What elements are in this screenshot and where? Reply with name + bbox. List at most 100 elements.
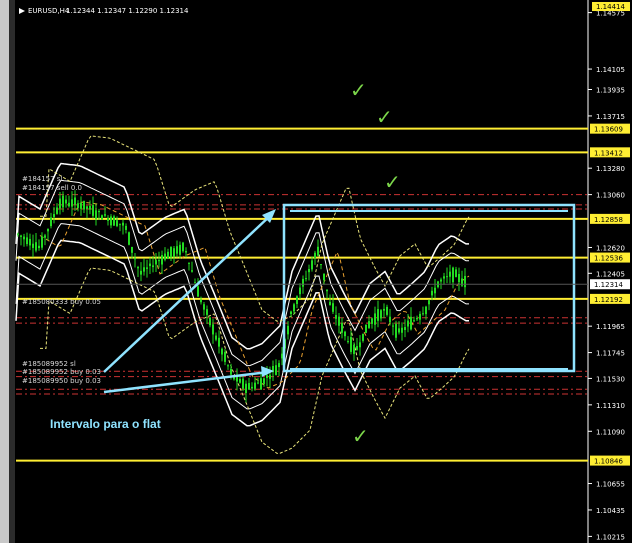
candle-body — [212, 324, 214, 335]
candle-body — [107, 217, 109, 221]
axis-tick-label: 1.12405 — [596, 270, 625, 278]
candle-body — [443, 276, 445, 279]
header-arrow-icon — [19, 8, 25, 14]
check-icon: ✓ — [376, 105, 393, 129]
candle-body — [134, 258, 136, 260]
candle-body — [332, 303, 334, 312]
candle-body — [50, 217, 52, 227]
trade-lines — [16, 194, 588, 395]
level-label: 1.13412 — [594, 149, 623, 157]
axis-tick-label: 1.13280 — [596, 165, 625, 173]
candle-body — [326, 289, 328, 292]
candle-body — [41, 236, 43, 248]
annotation-label: Intervalo para o flat — [50, 417, 161, 431]
candle-body — [224, 352, 226, 362]
candle-body — [98, 211, 100, 213]
candle-body — [113, 216, 115, 226]
candle-body — [59, 198, 61, 209]
candle-body — [68, 202, 70, 207]
candle-body — [188, 262, 190, 264]
bollinger-lower — [15, 239, 469, 427]
candle-body — [185, 251, 187, 253]
candle-body — [242, 378, 244, 389]
candle-body — [209, 317, 211, 326]
candle-body — [227, 365, 229, 367]
candle-body — [362, 333, 364, 341]
candle-body — [299, 287, 301, 295]
candle-body — [104, 214, 106, 216]
axis-tick-label: 1.11090 — [596, 428, 625, 436]
candle-body — [173, 248, 175, 257]
level-label: 1.12192 — [594, 296, 623, 304]
candle-body — [263, 378, 265, 384]
candle-body — [221, 348, 223, 355]
candle-body — [260, 378, 262, 390]
candle-body — [311, 260, 313, 270]
candle-body — [302, 278, 304, 287]
chart-window[interactable]: EURUSD,H4 1.12344 1.12347 1.12290 1.1231… — [0, 0, 632, 543]
candle-body — [245, 383, 247, 394]
candle-body — [305, 278, 307, 280]
envelope-upper — [40, 135, 470, 322]
candle-body — [92, 205, 94, 216]
candle-body — [80, 203, 82, 209]
axis-tick-label: 1.10435 — [596, 507, 625, 515]
candle-body — [158, 260, 160, 262]
candle-body — [386, 306, 388, 315]
candle-body — [131, 246, 133, 253]
candle-body — [464, 275, 466, 288]
candle-body — [140, 270, 142, 275]
flat-range-rectangle[interactable] — [282, 203, 576, 373]
candle-body — [239, 378, 241, 383]
candle-body — [452, 267, 454, 283]
candle-body — [32, 243, 34, 248]
trade-label: #185089952 buy 0.03 — [22, 368, 101, 376]
candle-body — [38, 245, 40, 249]
candle-body — [356, 346, 358, 350]
current-price-label: 1.12314 — [594, 281, 623, 289]
candle-body — [395, 323, 397, 338]
candle-body — [206, 309, 208, 315]
candle-body — [425, 306, 427, 315]
flat-range-box — [282, 203, 576, 373]
candle-body — [182, 242, 184, 252]
candle-body — [335, 315, 337, 319]
candle-body — [218, 337, 220, 347]
candle-body — [155, 260, 157, 265]
candle-body — [44, 235, 46, 238]
axis-tick-label: 1.12620 — [596, 244, 625, 252]
candle-body — [74, 197, 76, 205]
candle-body — [20, 235, 22, 237]
axis-tick-label: 1.10215 — [596, 533, 625, 541]
candle-body — [365, 324, 367, 333]
level-label: 1.12536 — [594, 255, 623, 263]
trade-label: #185080333 buy 0.05 — [22, 298, 101, 306]
candle-body — [53, 214, 55, 218]
candle-body — [194, 282, 196, 284]
candle-body — [374, 313, 376, 325]
candle-body — [428, 300, 430, 305]
ohlc-readout: 1.12344 1.12347 1.12290 1.12314 — [66, 7, 189, 15]
candle-body — [410, 316, 412, 330]
candle-body — [149, 263, 151, 267]
candle-body — [17, 233, 19, 235]
candle-body — [179, 244, 181, 255]
candle-body — [446, 276, 448, 278]
check-icon: ✓ — [352, 424, 369, 448]
candle-body — [416, 317, 418, 320]
candle-body — [389, 316, 391, 323]
candle-body — [254, 382, 256, 389]
bollinger-upper — [15, 162, 469, 350]
candle-body — [392, 325, 394, 327]
candle-body — [101, 215, 103, 220]
candle-body — [71, 199, 73, 207]
candle-body — [266, 375, 268, 378]
price-chart[interactable]: EURUSD,H4 1.12344 1.12347 1.12290 1.1231… — [0, 0, 632, 543]
candle-body — [26, 237, 28, 245]
candle-body — [308, 269, 310, 273]
candle-body — [251, 386, 253, 389]
candle-body — [128, 232, 130, 245]
axis-tick-label: 1.11530 — [596, 375, 625, 383]
candle-body — [230, 368, 232, 375]
candle-body — [419, 313, 421, 320]
